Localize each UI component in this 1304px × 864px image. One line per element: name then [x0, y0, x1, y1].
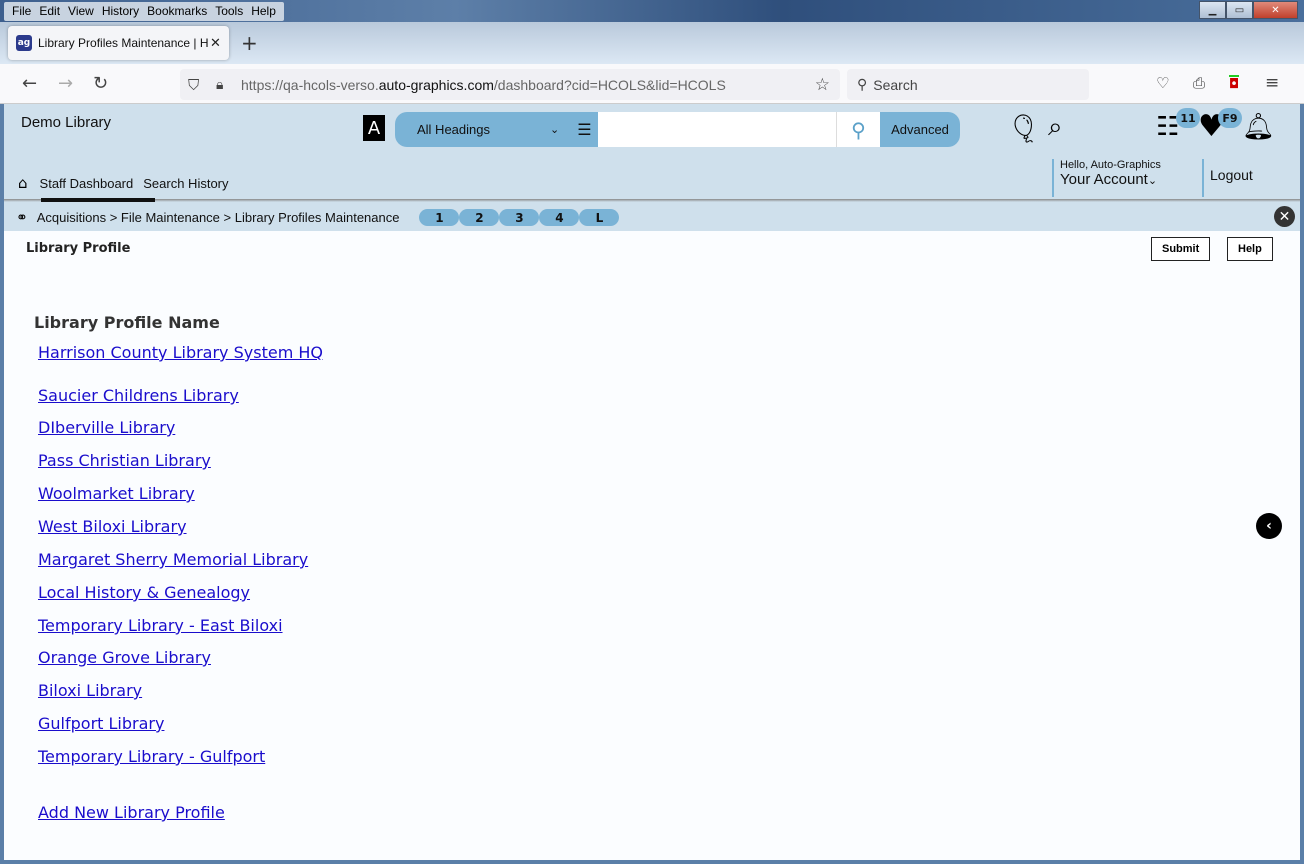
profile-link[interactable]: Temporary Library - Gulfport: [38, 747, 265, 766]
quick-tab-1[interactable]: 1: [419, 209, 460, 226]
scan-search-icon[interactable]: ⌕: [1048, 112, 1063, 143]
search-group: All Headings ⌄ ☰ ⚲ Advanced: [395, 112, 960, 147]
app-container: Demo Library A All Headings ⌄ ☰ ⚲ Advanc…: [4, 104, 1300, 860]
browser-toolbar: ← → ↻ ⛉ 🔒︎ https://qa-hcols-verso.auto-g…: [0, 64, 1304, 104]
logout-link[interactable]: Logout: [1202, 159, 1253, 197]
tab-title: Library Profiles Maintenance | H: [38, 36, 208, 50]
profile-link[interactable]: Local History & Genealogy: [38, 583, 250, 602]
home-icon[interactable]: ⌂: [18, 174, 28, 192]
collapse-sidebar-icon[interactable]: ‹: [1256, 513, 1282, 539]
minimize-button[interactable]: ▁: [1199, 1, 1226, 19]
account-menu[interactable]: Hello, Auto-Graphics Your Account⌄: [1052, 159, 1161, 197]
window-controls: ▁ ▭ ✕: [1199, 1, 1298, 19]
nav-divider: [4, 199, 1300, 202]
search-icon: ⚲: [857, 76, 868, 92]
menu-history[interactable]: History: [98, 2, 143, 21]
menu-tools[interactable]: Tools: [211, 2, 247, 21]
profile-link[interactable]: Biloxi Library: [38, 681, 142, 700]
pocket-icon[interactable]: ♡: [1156, 74, 1169, 92]
search-button[interactable]: ⚲: [836, 112, 880, 147]
quick-tab-l[interactable]: L: [579, 209, 620, 226]
lock-icon[interactable]: 🔒︎: [216, 77, 223, 93]
tab-close-icon[interactable]: ✕: [210, 36, 221, 51]
chevron-down-icon: ⌄: [1147, 175, 1158, 187]
page-title: Library Profile: [26, 241, 131, 256]
menu-file[interactable]: File: [8, 2, 35, 21]
shield-icon[interactable]: ⛉: [188, 76, 199, 94]
quick-tabs: 1 2 3 4 L: [419, 209, 620, 226]
link-icon: ⚭: [16, 209, 28, 226]
menu-view[interactable]: View: [64, 2, 98, 21]
list-count-badge: 11: [1176, 108, 1200, 128]
profile-link[interactable]: Orange Grove Library: [38, 648, 211, 667]
search-scope-select[interactable]: All Headings ⌄ ☰: [395, 112, 598, 147]
nav-search-history[interactable]: Search History: [143, 176, 228, 191]
profile-link[interactable]: Saucier Childrens Library: [38, 386, 239, 405]
maximize-button[interactable]: ▭: [1226, 1, 1253, 19]
help-button[interactable]: Help: [1227, 237, 1273, 261]
menu-bar: File Edit View History Bookmarks Tools H…: [4, 2, 284, 21]
bookmark-star-icon[interactable]: ☆: [815, 75, 830, 95]
scope-selected: All Headings: [417, 122, 490, 137]
profile-link[interactable]: Woolmarket Library: [38, 484, 195, 503]
menu-bookmarks[interactable]: Bookmarks: [143, 2, 211, 21]
mcafee-extension-icon[interactable]: ◘: [1229, 75, 1240, 92]
print-icon[interactable]: ⎙: [1193, 74, 1205, 92]
new-tab-icon[interactable]: +: [241, 31, 258, 55]
content-panel: Library Profile Submit Help Library Prof…: [4, 231, 1300, 860]
add-new-profile-link[interactable]: Add New Library Profile: [38, 803, 225, 822]
menu-edit[interactable]: Edit: [35, 2, 64, 21]
hot-air-balloon-icon[interactable]: 🎈︎: [1006, 112, 1042, 145]
database-icon[interactable]: ☰: [577, 120, 591, 140]
main-nav: ⌂ Staff Dashboard Search History: [18, 172, 239, 194]
profile-link[interactable]: Gulfport Library: [38, 714, 164, 733]
browser-tab[interactable]: ag Library Profiles Maintenance | H ✕: [8, 26, 229, 60]
profile-link[interactable]: DIberville Library: [38, 418, 175, 437]
quick-tab-2[interactable]: 2: [459, 209, 500, 226]
search-placeholder: Search: [873, 76, 918, 93]
window-titlebar: File Edit View History Bookmarks Tools H…: [0, 0, 1304, 22]
tab-strip: ag Library Profiles Maintenance | H ✕ +: [0, 22, 1304, 64]
nav-staff-dashboard[interactable]: Staff Dashboard: [40, 176, 134, 191]
notification-bell-icon[interactable]: 🔔︎: [1242, 112, 1275, 142]
reload-icon[interactable]: ↻: [93, 73, 108, 94]
forward-icon[interactable]: →: [58, 73, 73, 94]
breadcrumb: Acquisitions > File Maintenance > Librar…: [36, 210, 400, 225]
advanced-search-button[interactable]: Advanced: [880, 112, 960, 147]
favorites-badge: F9: [1218, 108, 1242, 128]
window-close-button[interactable]: ✕: [1253, 1, 1298, 19]
search-icon: ⚲: [851, 117, 866, 142]
close-panel-icon[interactable]: ✕: [1274, 206, 1295, 227]
quick-tab-4[interactable]: 4: [539, 209, 580, 226]
url-text: https://qa-hcols-verso.auto-graphics.com…: [241, 76, 726, 93]
library-name: Demo Library: [21, 114, 112, 131]
greeting: Hello, Auto-Graphics: [1060, 159, 1161, 171]
translate-icon[interactable]: A: [363, 115, 385, 141]
catalog-search-input[interactable]: [598, 112, 836, 147]
browser-search-field[interactable]: ⚲ Search: [847, 69, 1089, 100]
profile-link[interactable]: Margaret Sherry Memorial Library: [38, 550, 308, 569]
active-tab-indicator: [41, 198, 155, 202]
profile-link[interactable]: Harrison County Library System HQ: [38, 343, 323, 362]
profile-link[interactable]: Temporary Library - East Biloxi: [38, 616, 283, 635]
back-icon[interactable]: ←: [22, 73, 37, 94]
quick-tab-3[interactable]: 3: [499, 209, 540, 226]
your-account-label[interactable]: Your Account: [1060, 171, 1148, 188]
url-bar[interactable]: ⛉ 🔒︎ https://qa-hcols-verso.auto-graphic…: [180, 69, 840, 100]
profile-link[interactable]: Pass Christian Library: [38, 451, 211, 470]
menu-help[interactable]: Help: [247, 2, 280, 21]
submit-button[interactable]: Submit: [1151, 237, 1211, 261]
site-favicon-icon: ag: [16, 35, 32, 51]
breadcrumb-bar: ⚭ Acquisitions > File Maintenance > Libr…: [4, 204, 1300, 231]
chevron-down-icon: ⌄: [550, 124, 560, 136]
column-header: Library Profile Name: [34, 313, 220, 332]
profile-link[interactable]: West Biloxi Library: [38, 517, 187, 536]
hamburger-menu-icon[interactable]: ≡: [1265, 73, 1279, 93]
